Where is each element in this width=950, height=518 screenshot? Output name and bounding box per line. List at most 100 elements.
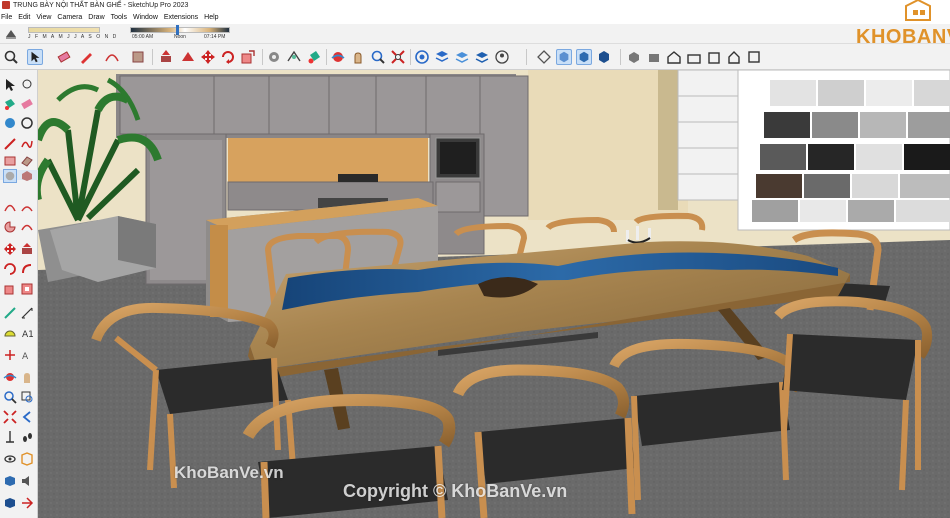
scale-icon[interactable]: [240, 49, 256, 65]
menu-bar: File Edit View Camera Draw Tools Window Extensi…: [0, 12, 950, 24]
shape-icon[interactable]: [130, 49, 146, 65]
orbit-icon[interactable]: [330, 49, 346, 65]
follow-me-icon[interactable]: [20, 262, 34, 276]
walk-icon[interactable]: [20, 430, 34, 444]
zoom-extents-icon[interactable]: [390, 49, 406, 65]
menu-edit[interactable]: Edit: [15, 12, 33, 24]
title-bar: TRUNG BÀY NỘI THẤT BÀN GHẾ - SketchUp Pr…: [0, 0, 950, 12]
paint-bucket-icon[interactable]: [306, 49, 322, 65]
select-arrow-icon[interactable]: [3, 78, 17, 92]
shadows-toolbar: J F M A M J J A S O N D 05:00 AM Noon 07…: [0, 24, 950, 44]
zoom-window-icon[interactable]: [20, 390, 34, 404]
zoom-extents-tool-icon[interactable]: [3, 410, 17, 424]
offset-tool-icon[interactable]: [20, 282, 34, 296]
3d-text-icon[interactable]: A: [20, 348, 34, 362]
search-icon[interactable]: [3, 49, 19, 65]
rotate-tool-icon[interactable]: [3, 262, 17, 276]
svg-text:A: A: [22, 352, 29, 362]
previous-view-icon[interactable]: [20, 410, 34, 424]
svg-text:A1: A1: [22, 330, 34, 340]
eraser-tool-icon[interactable]: [20, 97, 34, 111]
watermark-center: Copyright © KhoBanVe.vn: [343, 481, 568, 501]
section-fill-icon[interactable]: [3, 496, 17, 510]
polygon-icon[interactable]: [20, 169, 34, 183]
position-camera-icon[interactable]: [3, 430, 17, 444]
move-tool-icon[interactable]: [3, 242, 17, 256]
eraser-icon[interactable]: [56, 49, 72, 65]
pencil-icon[interactable]: [78, 49, 94, 65]
time-end-label: 07:14 PM: [204, 34, 226, 40]
move-icon[interactable]: [200, 49, 216, 65]
month-slider[interactable]: [28, 27, 100, 33]
menu-view[interactable]: View: [33, 12, 54, 24]
iso-view-icon[interactable]: [626, 49, 642, 65]
menu-window[interactable]: Window: [130, 12, 161, 24]
protractor-icon[interactable]: [3, 326, 17, 340]
menu-draw[interactable]: Draw: [85, 12, 107, 24]
pie-icon[interactable]: [3, 220, 17, 234]
front-view-icon[interactable]: [666, 49, 682, 65]
section-tool-icon[interactable]: [20, 452, 34, 466]
tape-tool-icon[interactable]: [3, 306, 17, 320]
rotate-icon[interactable]: [220, 49, 236, 65]
two-point-arc-icon[interactable]: [20, 200, 34, 214]
layout-icon[interactable]: [454, 49, 470, 65]
zoom-tool-icon[interactable]: [3, 390, 17, 404]
scale-tool-icon[interactable]: [3, 282, 17, 296]
shaded-textures-icon[interactable]: [576, 49, 592, 65]
component-icon[interactable]: [3, 116, 17, 130]
extension-warehouse-icon[interactable]: [434, 49, 450, 65]
right-view-icon[interactable]: [686, 49, 702, 65]
shadow-toggle-icon[interactable]: [4, 27, 18, 41]
dimension-icon[interactable]: [286, 49, 302, 65]
menu-help[interactable]: Help: [201, 12, 221, 24]
push-pull-icon[interactable]: [158, 49, 174, 65]
warehouse-icon[interactable]: [414, 49, 430, 65]
group-icon[interactable]: [20, 116, 34, 130]
tape-measure-icon[interactable]: [266, 49, 282, 65]
arc-icon[interactable]: [104, 49, 120, 65]
back-view-icon[interactable]: [706, 49, 722, 65]
orbit-tool-icon[interactable]: [3, 370, 17, 384]
select-tool-icon[interactable]: [27, 49, 43, 65]
menu-file[interactable]: File: [0, 12, 15, 24]
axes-icon[interactable]: [3, 348, 17, 362]
time-slider[interactable]: [130, 27, 230, 33]
rotated-rect-icon[interactable]: [20, 154, 34, 168]
sound-icon[interactable]: [20, 474, 34, 488]
monochrome-icon[interactable]: [596, 49, 612, 65]
pan-icon[interactable]: [350, 49, 366, 65]
menu-tools[interactable]: Tools: [108, 12, 130, 24]
pan-tool-icon[interactable]: [20, 370, 34, 384]
khobanve-logo: KHOBANVE: [820, 0, 950, 48]
three-point-arc-icon[interactable]: [20, 220, 34, 234]
zoom-icon[interactable]: [370, 49, 386, 65]
push-pull-tool-icon[interactable]: [20, 242, 34, 256]
lasso-icon[interactable]: [20, 78, 34, 92]
offset-icon[interactable]: [180, 49, 196, 65]
3d-viewport[interactable]: KhoBanVe.vn Copyright © KhoBanVe.vn: [38, 70, 950, 518]
look-around-icon[interactable]: [3, 452, 17, 466]
xray-icon[interactable]: [556, 49, 572, 65]
month-labels: J F M A M J J A S O N D: [28, 34, 118, 40]
dimension-tool-icon[interactable]: [20, 306, 34, 320]
menu-extensions[interactable]: Extensions: [161, 12, 201, 24]
main-toolbar: [0, 44, 950, 70]
section-cut-icon[interactable]: [20, 496, 34, 510]
time-noon-label: Noon: [174, 34, 186, 40]
bottom-view-icon[interactable]: [746, 49, 762, 65]
line-tool-icon[interactable]: [3, 137, 17, 151]
top-view-icon[interactable]: [646, 49, 662, 65]
display-section-icon[interactable]: [3, 474, 17, 488]
left-view-icon[interactable]: [726, 49, 742, 65]
arc-tool-icon[interactable]: [3, 200, 17, 214]
account-icon[interactable]: [494, 49, 510, 65]
menu-camera[interactable]: Camera: [54, 12, 85, 24]
circle-tool-icon[interactable]: [3, 169, 17, 183]
text-tool-icon[interactable]: A1: [20, 326, 34, 340]
freehand-icon[interactable]: [20, 137, 34, 151]
section-plane-icon[interactable]: [536, 49, 552, 65]
layers-icon[interactable]: [474, 49, 490, 65]
rectangle-icon[interactable]: [3, 154, 17, 168]
paint-icon[interactable]: [3, 97, 17, 111]
